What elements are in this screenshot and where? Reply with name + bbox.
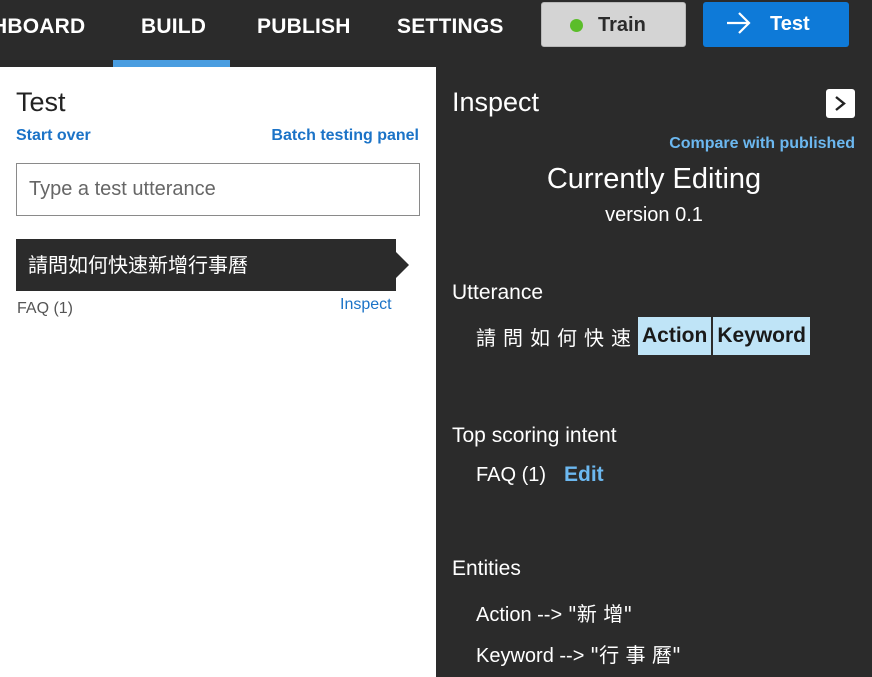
edit-intent-link[interactable]: Edit [564,463,604,487]
utterance-tokens: 請 問 如 何 快 速 Action Keyword [476,317,812,355]
entity-name: Action --> [476,604,563,626]
entity-name: Keyword --> [476,645,585,667]
chevron-right-icon [835,96,846,111]
nav-build[interactable]: BUILD [141,12,206,42]
top-intent-value: FAQ (1) [476,464,547,486]
test-button[interactable]: Test [703,2,849,47]
selected-pointer [396,252,409,278]
train-status-icon [570,19,583,32]
version-label: version 0.1 [605,204,703,226]
inspect-link[interactable]: Inspect [340,296,392,314]
utterance-result-card[interactable]: 請問如何快速新增行事曆 [16,239,409,291]
test-panel: Test Start over Batch testing panel 請問如何… [0,67,436,677]
compare-with-published-link[interactable]: Compare with published [669,135,855,153]
utterance-token: 問 [503,325,523,350]
utterance-section-label: Utterance [452,281,544,304]
entity-row: Keyword --> "行 事 曆" [476,639,681,668]
nav-publish[interactable]: PUBLISH [257,12,351,42]
utterance-token: 快 [584,325,604,350]
entities-section-label: Entities [452,557,521,580]
train-button-label: Train [598,14,646,36]
train-button[interactable]: Train [541,2,686,47]
utterance-token: 何 [557,325,577,350]
entity-value: "新 增" [567,602,633,626]
batch-testing-link[interactable]: Batch testing panel [271,127,419,145]
collapse-panel-button[interactable] [826,89,855,118]
utterance-token: 請 [476,325,496,350]
utterance-token: 如 [530,325,550,350]
entity-value: "行 事 曆" [589,643,682,667]
top-nav: HBOARD BUILD PUBLISH SETTINGS Train Test [0,0,872,67]
start-over-link[interactable]: Start over [16,127,91,145]
entity-tag-keyword[interactable]: Keyword [713,317,811,355]
arrow-right-icon [727,12,751,34]
nav-dashboard[interactable]: HBOARD [0,12,85,42]
entity-tag-action[interactable]: Action [638,317,712,355]
active-tab-indicator [113,60,230,67]
inspect-panel-title: Inspect [452,87,540,117]
test-button-label: Test [770,13,810,35]
nav-settings[interactable]: SETTINGS [397,12,504,42]
inspect-panel: Inspect Compare with published Currently… [436,67,872,677]
top-intent-section-label: Top scoring intent [452,424,617,447]
test-panel-title: Test [16,87,66,117]
utterance-intent: FAQ (1) [17,300,74,317]
currently-editing-title: Currently Editing [546,163,762,195]
test-utterance-input[interactable] [16,163,420,216]
utterance-token: 速 [611,325,631,350]
utterance-text: 請問如何快速新增行事曆 [28,253,248,277]
entity-row: Action --> "新 增" [476,598,632,627]
